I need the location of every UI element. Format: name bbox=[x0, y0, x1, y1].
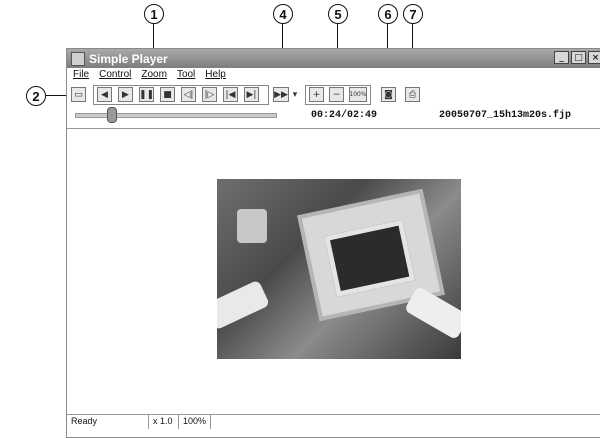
step-back-button[interactable]: ◁| bbox=[181, 87, 196, 102]
reverse-play-button[interactable]: ◀ bbox=[97, 87, 112, 102]
menu-zoom[interactable]: Zoom bbox=[141, 69, 167, 83]
video-light-patch bbox=[217, 279, 271, 331]
go-end-button[interactable]: ▶| bbox=[244, 87, 259, 102]
speed-button[interactable]: ▶▶ bbox=[273, 87, 289, 102]
callout-6: 6 bbox=[378, 4, 398, 24]
speed-dropdown-icon[interactable]: ▾ bbox=[291, 87, 299, 102]
seek-track[interactable] bbox=[75, 113, 277, 118]
open-file-button[interactable]: ▭ bbox=[71, 87, 86, 102]
seek-slider-thumb[interactable] bbox=[107, 107, 117, 123]
stop-button[interactable]: ■ bbox=[160, 87, 175, 102]
time-display: 00:24/02:49 bbox=[311, 110, 378, 121]
status-percent: 100% bbox=[179, 415, 211, 429]
minimize-button[interactable]: _ bbox=[554, 51, 569, 64]
app-icon bbox=[71, 51, 85, 66]
window-controls: _ □ × bbox=[554, 51, 600, 64]
print-button[interactable]: ⎙ bbox=[405, 87, 420, 102]
menu-file[interactable]: File bbox=[73, 69, 89, 83]
pause-button[interactable]: ❚❚ bbox=[139, 87, 154, 102]
status-extra bbox=[211, 415, 600, 429]
callout-5: 5 bbox=[328, 4, 348, 24]
maximize-button[interactable]: □ bbox=[571, 51, 586, 64]
video-light-patch bbox=[404, 285, 461, 341]
toolbar-divider bbox=[67, 128, 600, 129]
status-bar: Ready x 1.0 100% bbox=[67, 414, 600, 429]
zoom-fit-button[interactable]: 100% bbox=[349, 87, 367, 102]
video-frame bbox=[217, 179, 461, 359]
go-start-button[interactable]: |◀ bbox=[223, 87, 238, 102]
step-forward-button[interactable]: |▷ bbox=[202, 87, 217, 102]
close-button[interactable]: × bbox=[588, 51, 600, 64]
play-button[interactable]: ▶ bbox=[118, 87, 133, 102]
player-window: Simple Player _ □ × File Control Zoom To… bbox=[66, 48, 600, 438]
menu-help[interactable]: Help bbox=[205, 69, 226, 83]
callout-7: 7 bbox=[403, 4, 423, 24]
callout-2: 2 bbox=[26, 86, 46, 106]
zoom-in-button[interactable]: + bbox=[309, 87, 324, 102]
callout-4: 4 bbox=[273, 4, 293, 24]
menu-control[interactable]: Control bbox=[99, 69, 131, 83]
menu-tool[interactable]: Tool bbox=[177, 69, 195, 83]
window-title: Simple Player bbox=[89, 51, 168, 66]
zoom-out-button[interactable]: − bbox=[329, 87, 344, 102]
toolbar: ▭ ◀ ▶ ❚❚ ■ ◁| |▷ |◀ ▶| ▶▶ ▾ + − 100% ◙ ⎙ bbox=[67, 85, 600, 107]
file-name-label: 20050707_15h13m20s.fjp bbox=[439, 110, 572, 121]
status-text: Ready bbox=[67, 415, 149, 429]
callout-1: 1 bbox=[144, 4, 164, 24]
status-zoom: x 1.0 bbox=[149, 415, 179, 429]
video-monitor-screen bbox=[324, 219, 416, 297]
menu-bar: File Control Zoom Tool Help bbox=[67, 69, 226, 83]
video-object bbox=[237, 209, 267, 243]
snapshot-button[interactable]: ◙ bbox=[381, 87, 396, 102]
leader-2 bbox=[46, 95, 68, 96]
title-bar[interactable]: Simple Player _ □ × bbox=[67, 49, 600, 68]
